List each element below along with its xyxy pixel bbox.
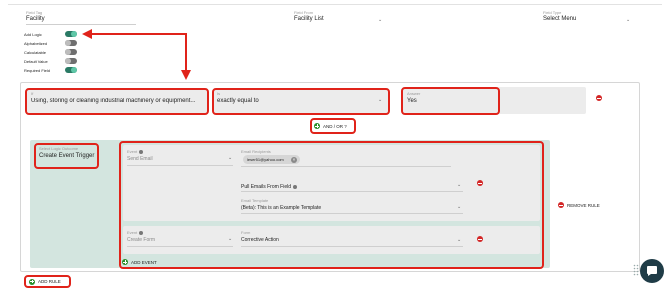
plus-circle-icon[interactable]	[122, 259, 128, 265]
answer-label: Answer	[407, 91, 421, 96]
is-label: Is	[217, 91, 221, 96]
event-2-label-text: Event	[127, 230, 138, 235]
chevron-down-icon[interactable]: ⌄	[228, 155, 232, 161]
logic-outcome-select[interactable]: Create Event Trigger	[39, 153, 94, 159]
chip-remove-icon[interactable]: ×	[291, 156, 297, 163]
minus-circle-icon[interactable]	[477, 180, 483, 186]
if-select[interactable]: Using, storing or cleaning industrial ma…	[31, 98, 203, 104]
pull-emails-select[interactable]	[241, 186, 463, 192]
chevron-down-icon[interactable]: ⌄	[378, 97, 382, 103]
chevron-down-icon[interactable]: ⌄	[228, 236, 232, 242]
chevron-down-icon[interactable]: ⌄	[457, 237, 461, 243]
event-1-label-text: Event	[127, 149, 138, 154]
add-event-button[interactable]: ADD EVENT	[131, 260, 157, 265]
chevron-down-icon[interactable]: ⌄	[457, 204, 461, 210]
email-recipients-label: Email Recipients	[241, 149, 271, 154]
event-1-label: Event	[127, 149, 144, 154]
remove-rule-button[interactable]: REMOVE RULE	[567, 203, 600, 208]
event-1-type-select[interactable]: Send Email	[127, 156, 233, 166]
event-2-label: Event	[127, 230, 144, 235]
email-template-label: Email Template	[241, 198, 269, 203]
add-rule-button[interactable]: ADD RULE	[38, 279, 61, 284]
minus-circle-icon[interactable]	[477, 236, 483, 242]
and-or-button[interactable]: AND / OR ?	[323, 124, 347, 129]
minus-circle-icon[interactable]	[596, 95, 602, 101]
if-label: If	[31, 91, 34, 96]
grip-dots-icon[interactable]	[633, 264, 639, 276]
event-2-type-select[interactable]: Create Form	[127, 237, 233, 247]
info-icon[interactable]	[139, 149, 144, 154]
minus-circle-icon[interactable]	[558, 202, 564, 208]
recipient-chip-text: leser51@yahoo.com	[247, 157, 284, 162]
chevron-down-icon[interactable]: ⌄	[457, 182, 461, 188]
form-select[interactable]: Corrective Action	[241, 237, 463, 247]
plus-circle-icon[interactable]	[29, 278, 35, 285]
answer-select[interactable]: Yes	[407, 98, 417, 104]
email-template-select[interactable]: (Beta): This is an Example Template	[241, 205, 463, 214]
info-icon[interactable]	[139, 230, 144, 235]
chat-icon[interactable]	[646, 265, 658, 277]
form-label: Form	[241, 230, 251, 235]
logic-outcome-label: Select Logic Outcome	[39, 146, 79, 151]
is-select[interactable]: exactly equal to	[217, 98, 259, 104]
plus-circle-icon[interactable]	[314, 123, 320, 129]
